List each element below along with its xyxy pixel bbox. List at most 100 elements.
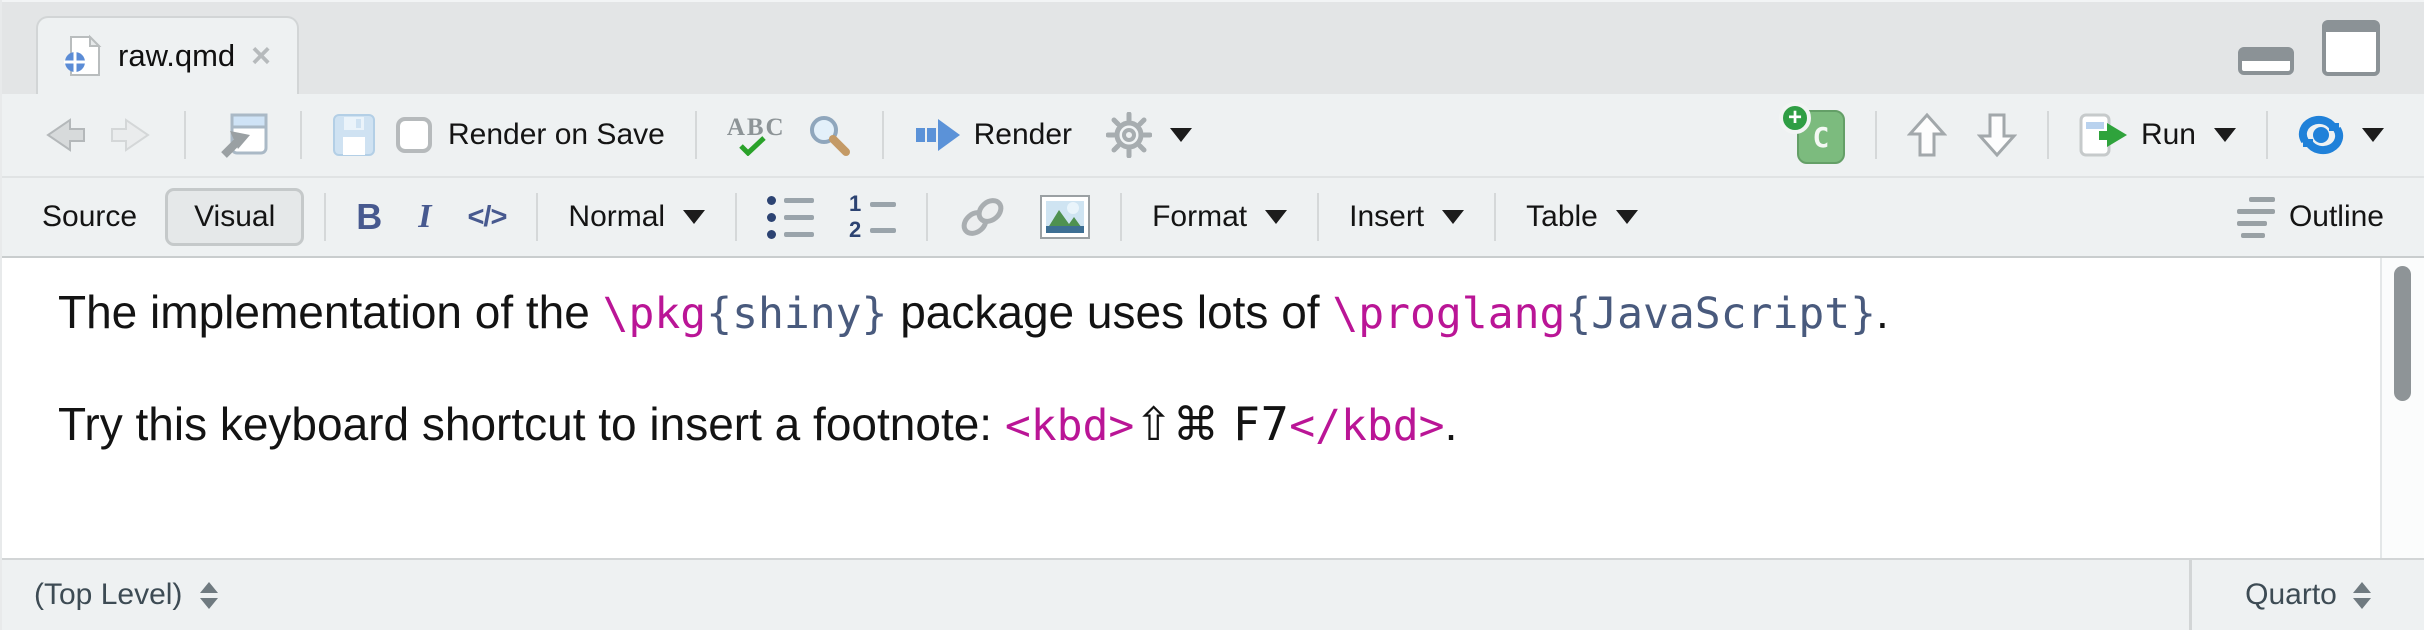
maximize-icon[interactable] (2322, 20, 2380, 76)
format-menu[interactable]: Format (1142, 200, 1297, 234)
text-segment: {JavaScript} (1565, 289, 1876, 339)
visual-mode-button[interactable]: Visual (165, 188, 304, 246)
text-segment: . (1445, 398, 1458, 450)
toolbar-separator (882, 111, 884, 159)
minimize-icon[interactable] (2238, 47, 2294, 75)
text-segment: \proglang (1332, 289, 1565, 339)
rerun-icon (2298, 114, 2344, 156)
table-menu[interactable]: Table (1516, 200, 1648, 234)
document-mode-selector[interactable]: Quarto (2189, 560, 2424, 630)
tab-raw-qmd[interactable]: raw.qmd × (36, 16, 299, 94)
toolbar-separator (2047, 111, 2049, 159)
text-segment: . (1876, 286, 1889, 338)
insert-chunk-button[interactable]: C + (1777, 106, 1855, 164)
editor-tab-bar: raw.qmd × (2, 0, 2424, 94)
context-label: (Top Level) (34, 578, 182, 612)
spellcheck-icon: ABC (727, 115, 786, 156)
paragraph[interactable]: The implementation of the \pkg{shiny} pa… (58, 284, 2334, 342)
code-button[interactable]: </> (457, 201, 516, 234)
back-button[interactable] (32, 115, 98, 155)
format-toolbar: Source Visual B I </> Normal (2, 176, 2424, 258)
insert-menu[interactable]: Insert (1339, 200, 1474, 234)
tab-close-icon[interactable]: × (251, 39, 271, 73)
tab-title: raw.qmd (118, 38, 235, 74)
window-controls (2238, 2, 2380, 94)
chevron-down-icon (2362, 128, 2384, 142)
popout-window-icon (216, 109, 270, 161)
find-replace-button[interactable] (796, 112, 862, 158)
source-editor-pane: raw.qmd × (0, 0, 2424, 630)
toolbar-separator (735, 193, 737, 241)
render-on-save-label: Render on Save (448, 118, 665, 152)
toolbar-separator (536, 193, 538, 241)
text-segment: package uses lots of (887, 286, 1332, 338)
insert-chunk-icon: C + (1787, 106, 1845, 164)
visual-mode-label: Visual (194, 200, 275, 234)
render-options-button[interactable] (1096, 112, 1202, 158)
image-button[interactable] (1030, 195, 1100, 239)
forward-arrow-icon (108, 115, 154, 155)
forward-button[interactable] (98, 115, 164, 155)
toolbar-separator (184, 111, 186, 159)
toolbar-separator (2266, 111, 2268, 159)
save-icon (332, 113, 376, 157)
spellcheck-button[interactable]: ABC (717, 115, 796, 156)
chevron-down-icon (1442, 210, 1464, 224)
up-down-sort-icon (200, 582, 218, 609)
toolbar-separator (324, 193, 326, 241)
text-segment: {shiny} (706, 289, 887, 339)
chunk-plus-badge: + (1779, 102, 1811, 134)
italic-icon: I (418, 198, 431, 236)
numbered-list-button[interactable]: 1 2 (838, 193, 906, 241)
toolbar-separator (1120, 193, 1122, 241)
italic-button[interactable]: I (408, 198, 441, 236)
code-icon: </> (467, 201, 506, 234)
link-button[interactable] (948, 194, 1018, 240)
chevron-down-icon (1170, 128, 1192, 142)
chevron-down-icon (683, 210, 705, 224)
back-arrow-icon (42, 115, 88, 155)
block-type-label: Normal (568, 200, 665, 234)
block-type-dropdown[interactable]: Normal (558, 200, 715, 234)
source-mode-label: Source (42, 200, 137, 234)
render-on-save-checkbox[interactable] (396, 117, 432, 153)
image-icon (1040, 195, 1090, 239)
outline-icon (2237, 197, 2277, 238)
table-menu-label: Table (1526, 200, 1598, 234)
down-arrow-icon (1977, 112, 2017, 158)
render-label: Render (974, 118, 1072, 152)
text-segment: <kbd> (1005, 401, 1134, 451)
toolbar-separator (695, 111, 697, 159)
up-down-sort-icon (2353, 582, 2371, 609)
bold-icon: B (356, 196, 382, 238)
paragraph[interactable]: Try this keyboard shortcut to insert a f… (58, 396, 2334, 454)
chevron-down-icon (1265, 210, 1287, 224)
scrollbar-thumb[interactable] (2394, 266, 2411, 401)
outline-toggle-button[interactable]: Outline (2227, 197, 2394, 238)
run-icon (2079, 113, 2129, 157)
rerun-button[interactable] (2288, 114, 2394, 156)
text-segment: The implementation of the (58, 286, 603, 338)
quarto-file-icon (64, 34, 102, 78)
render-icon (914, 115, 962, 155)
vertical-scrollbar[interactable] (2380, 258, 2424, 558)
open-in-new-window-button[interactable] (206, 109, 280, 161)
render-button[interactable]: Render (904, 115, 1082, 155)
bullet-list-icon (767, 196, 814, 239)
numbered-list-icon: 1 2 (848, 193, 896, 241)
text-segment: \pkg (603, 289, 707, 339)
text-segment: </kbd> (1289, 401, 1444, 451)
go-to-next-chunk-button[interactable] (1967, 112, 2027, 158)
toolbar-separator (926, 193, 928, 241)
outline-context-selector[interactable]: (Top Level) (2, 560, 2189, 630)
bullet-list-button[interactable] (757, 196, 824, 239)
text-segment: ⇧⌘ F7 (1134, 397, 1289, 451)
gear-icon (1106, 112, 1152, 158)
go-to-previous-chunk-button[interactable] (1897, 112, 1957, 158)
run-button[interactable]: Run (2069, 113, 2246, 157)
visual-editor-canvas[interactable]: The implementation of the \pkg{shiny} pa… (2, 258, 2424, 558)
render-on-save-toggle[interactable]: Render on Save (386, 117, 675, 153)
source-mode-button[interactable]: Source (32, 200, 147, 234)
bold-button[interactable]: B (346, 196, 392, 238)
save-button[interactable] (322, 113, 386, 157)
